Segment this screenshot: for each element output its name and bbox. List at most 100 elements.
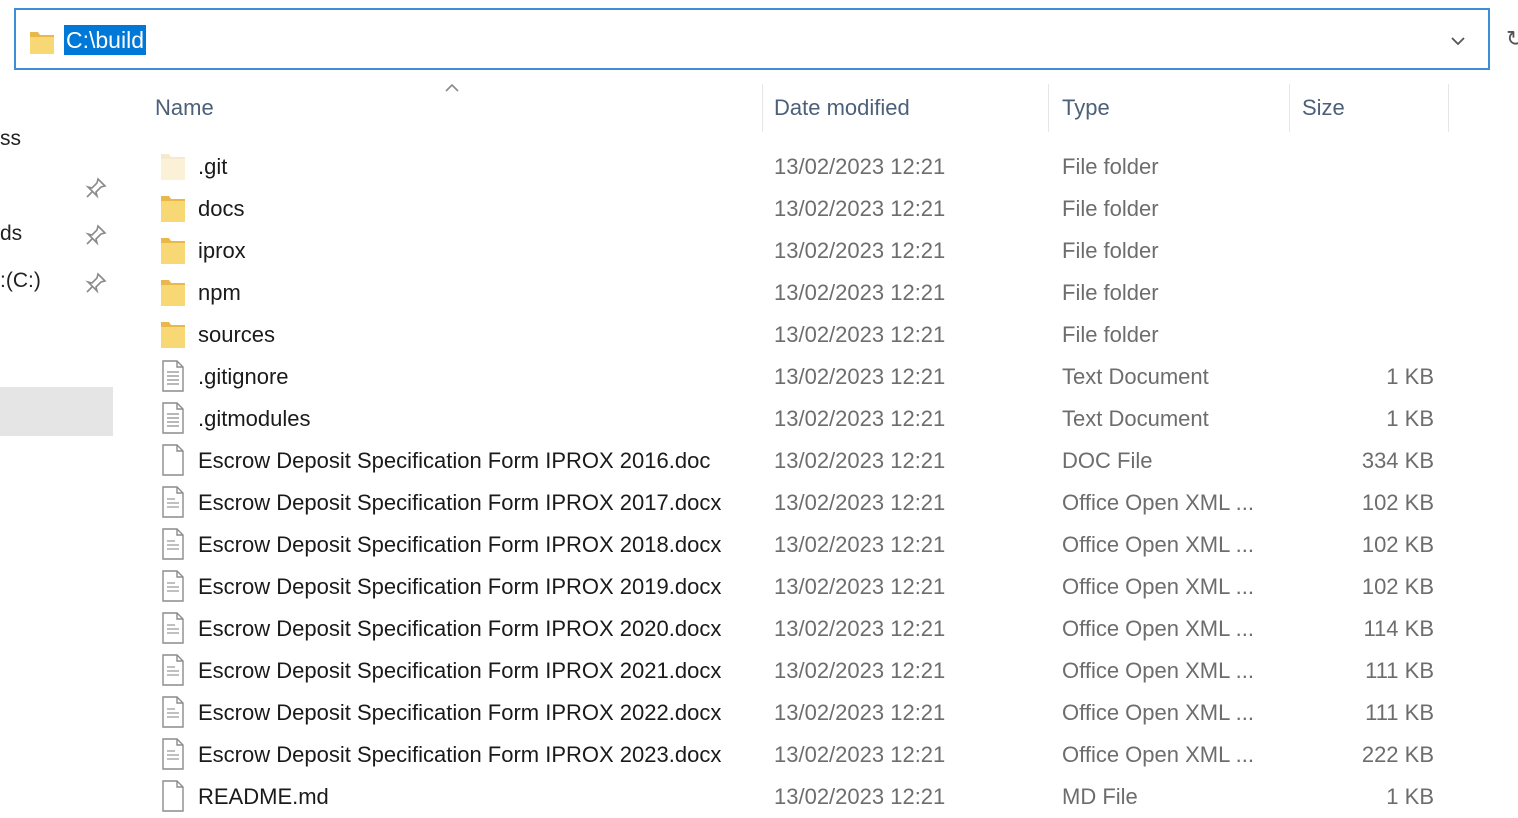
file-size: 111 KB <box>1365 700 1434 725</box>
file-date-modified: 13/02/2023 12:21 <box>774 448 946 473</box>
file-row[interactable]: docs 13/02/2023 12:21 File folder <box>150 188 1450 230</box>
file-type: File folder <box>1062 280 1159 305</box>
document-file-icon <box>160 738 186 770</box>
file-name: iprox <box>198 238 246 263</box>
file-name: Escrow Deposit Specification Form IPROX … <box>198 448 711 473</box>
nav-item-local-disk[interactable]: :(C:) <box>0 269 41 293</box>
file-type: Text Document <box>1062 364 1209 389</box>
file-row[interactable]: README.md 13/02/2023 12:21 MD File 1 KB <box>150 776 1450 818</box>
file-row[interactable]: npm 13/02/2023 12:21 File folder <box>150 272 1450 314</box>
file-row[interactable]: iprox 13/02/2023 12:21 File folder <box>150 230 1450 272</box>
file-row[interactable]: Escrow Deposit Specification Form IPROX … <box>150 482 1450 524</box>
column-divider[interactable] <box>1289 84 1290 132</box>
file-date-modified: 13/02/2023 12:21 <box>774 616 946 641</box>
folder-icon <box>160 318 186 350</box>
file-type: Office Open XML ... <box>1062 658 1254 683</box>
folder-icon <box>160 276 186 308</box>
file-date-modified: 13/02/2023 12:21 <box>774 280 946 305</box>
file-size: 334 KB <box>1361 448 1434 473</box>
file-type: Office Open XML ... <box>1062 616 1254 641</box>
column-header-date[interactable]: Date modified <box>774 93 910 123</box>
pin-icon[interactable] <box>85 272 107 294</box>
blank-file-icon <box>160 780 186 812</box>
column-divider[interactable] <box>1448 84 1449 132</box>
address-bar[interactable]: C:\build <box>14 8 1490 70</box>
file-date-modified: 13/02/2023 12:21 <box>774 490 946 515</box>
file-type: Office Open XML ... <box>1062 574 1254 599</box>
file-name: Escrow Deposit Specification Form IPROX … <box>198 742 722 767</box>
nav-item-quick-access[interactable]: ss <box>0 127 21 151</box>
file-row[interactable]: Escrow Deposit Specification Form IPROX … <box>150 524 1450 566</box>
nav-item-label: :(C:) <box>0 269 41 292</box>
file-size: 1 KB <box>1386 364 1434 389</box>
folder-icon <box>160 234 186 266</box>
blank-file-icon <box>160 444 186 476</box>
file-size: 1 KB <box>1386 784 1434 809</box>
file-name: README.md <box>198 784 329 809</box>
file-type: Office Open XML ... <box>1062 532 1254 557</box>
file-row[interactable]: .git 13/02/2023 12:21 File folder <box>150 146 1450 188</box>
file-row[interactable]: .gitmodules 13/02/2023 12:21 Text Document… <box>150 398 1450 440</box>
file-date-modified: 13/02/2023 12:21 <box>774 742 946 767</box>
text-file-icon <box>160 402 186 434</box>
file-row[interactable]: Escrow Deposit Specification Form IPROX … <box>150 440 1450 482</box>
column-divider[interactable] <box>1048 84 1049 132</box>
file-name: Escrow Deposit Specification Form IPROX … <box>198 490 722 515</box>
nav-item-downloads[interactable]: ds <box>0 222 22 246</box>
document-file-icon <box>160 570 186 602</box>
pin-icon[interactable] <box>85 224 107 246</box>
chevron-down-icon[interactable] <box>1444 27 1472 55</box>
column-header-size[interactable]: Size <box>1302 93 1345 123</box>
file-name: Escrow Deposit Specification Form IPROX … <box>198 658 722 683</box>
file-size: 102 KB <box>1361 574 1434 599</box>
file-row[interactable]: Escrow Deposit Specification Form IPROX … <box>150 650 1450 692</box>
file-date-modified: 13/02/2023 12:21 <box>774 658 946 683</box>
file-date-modified: 13/02/2023 12:21 <box>774 406 946 431</box>
file-row[interactable]: Escrow Deposit Specification Form IPROX … <box>150 608 1450 650</box>
file-type: Text Document <box>1062 406 1209 431</box>
column-header-type[interactable]: Type <box>1062 93 1110 123</box>
column-header-name[interactable]: Name <box>155 93 214 123</box>
pin-icon[interactable] <box>85 177 107 199</box>
document-file-icon <box>160 486 186 518</box>
file-date-modified: 13/02/2023 12:21 <box>774 574 946 599</box>
file-date-modified: 13/02/2023 12:21 <box>774 700 946 725</box>
file-size: 1 KB <box>1386 406 1434 431</box>
file-size: 111 KB <box>1365 658 1434 683</box>
file-type: Office Open XML ... <box>1062 490 1254 515</box>
file-name: .gitignore <box>198 364 289 389</box>
file-name: Escrow Deposit Specification Form IPROX … <box>198 574 722 599</box>
file-type: File folder <box>1062 196 1159 221</box>
refresh-icon[interactable]: ↻ <box>1506 26 1518 52</box>
file-row[interactable]: Escrow Deposit Specification Form IPROX … <box>150 566 1450 608</box>
file-name: Escrow Deposit Specification Form IPROX … <box>198 532 722 557</box>
file-date-modified: 13/02/2023 12:21 <box>774 196 946 221</box>
folder-icon <box>160 192 186 224</box>
address-path-text[interactable]: C:\build <box>64 25 146 55</box>
file-date-modified: 13/02/2023 12:21 <box>774 532 946 557</box>
file-name: Escrow Deposit Specification Form IPROX … <box>198 700 722 725</box>
file-date-modified: 13/02/2023 12:21 <box>774 154 946 179</box>
nav-item-label: ss <box>0 127 21 150</box>
folder-icon <box>30 32 54 54</box>
document-file-icon <box>160 612 186 644</box>
file-name: Escrow Deposit Specification Form IPROX … <box>198 616 722 641</box>
document-file-icon <box>160 654 186 686</box>
column-divider[interactable] <box>762 84 763 132</box>
file-row[interactable]: .gitignore 13/02/2023 12:21 Text Document 1… <box>150 356 1450 398</box>
file-type: Office Open XML ... <box>1062 700 1254 725</box>
file-row[interactable]: sources 13/02/2023 12:21 File folder <box>150 314 1450 356</box>
file-date-modified: 13/02/2023 12:21 <box>774 322 946 347</box>
file-name: sources <box>198 322 276 347</box>
file-name: .git <box>198 154 228 179</box>
file-row[interactable]: Escrow Deposit Specification Form IPROX … <box>150 692 1450 734</box>
file-size: 102 KB <box>1361 532 1434 557</box>
file-name: npm <box>198 280 241 305</box>
file-date-modified: 13/02/2023 12:21 <box>774 784 946 809</box>
file-date-modified: 13/02/2023 12:21 <box>774 238 946 263</box>
file-row[interactable]: Escrow Deposit Specification Form IPROX … <box>150 734 1450 776</box>
document-file-icon <box>160 696 186 728</box>
file-type: File folder <box>1062 322 1159 347</box>
nav-item-label: ds <box>0 222 23 245</box>
nav-item-selected[interactable] <box>0 387 113 436</box>
